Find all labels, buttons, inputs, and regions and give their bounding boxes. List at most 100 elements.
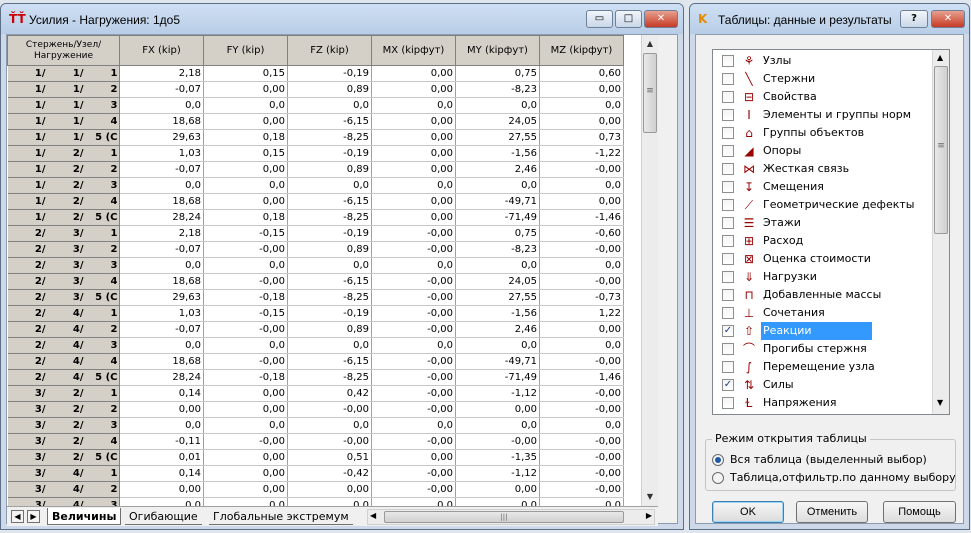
- row-header[interactable]: 3/4/1: [7, 465, 120, 482]
- cancel-button[interactable]: Отменить: [796, 501, 868, 523]
- table-cell[interactable]: 0,00: [539, 193, 624, 210]
- row-header[interactable]: 3/2/5 (C: [7, 449, 120, 466]
- table-cell[interactable]: -49,71: [455, 193, 540, 210]
- table-cell[interactable]: -0,00: [371, 321, 456, 338]
- table-cell[interactable]: 0,0: [371, 257, 456, 274]
- item-checkbox[interactable]: [722, 307, 734, 319]
- table-row[interactable]: 1/1/1 2,18 0,15 -0,19 0,00 0,75 0,60: [7, 65, 624, 82]
- table-cell[interactable]: -0,15: [203, 305, 288, 322]
- hscroll-left-arrow[interactable]: ◀: [370, 511, 376, 520]
- scroll-down-arrow[interactable]: ▼: [642, 489, 658, 505]
- table-list-item[interactable]: ⇓ Нагрузки: [713, 268, 935, 286]
- table-list-item[interactable]: ⊥ Сочетания: [713, 304, 935, 322]
- table-cell[interactable]: 0,0: [371, 177, 456, 194]
- table-cell[interactable]: -1,22: [539, 145, 624, 162]
- table-cell[interactable]: 0,00: [203, 401, 288, 418]
- table-cell[interactable]: -1,12: [455, 385, 540, 402]
- table-cell[interactable]: -0,00: [203, 433, 288, 450]
- table-cell[interactable]: -0,07: [119, 81, 204, 98]
- table-row[interactable]: 2/3/4 18,68 -0,00 -6,15 -0,00 24,05 -0,00: [7, 273, 624, 290]
- table-cell[interactable]: -8,23: [455, 241, 540, 258]
- table-cell[interactable]: -0,15: [203, 225, 288, 242]
- table-cell[interactable]: -0,00: [203, 241, 288, 258]
- table-cell[interactable]: -8,25: [287, 289, 372, 306]
- tab-prev-button[interactable]: ◀: [11, 510, 24, 523]
- table-cell[interactable]: -0,00: [371, 369, 456, 386]
- table-row[interactable]: 3/2/2 0,00 0,00 -0,00 -0,00 0,00 -0,00: [7, 401, 624, 418]
- table-cell[interactable]: 0,89: [287, 161, 372, 178]
- table-cell[interactable]: 0,89: [287, 81, 372, 98]
- column-header-member[interactable]: Стержень/Узел/Нагружение: [7, 35, 120, 66]
- table-cell[interactable]: -71,49: [455, 369, 540, 386]
- column-header-fx[interactable]: FX (kip): [119, 35, 204, 66]
- table-row[interactable]: 3/2/4 -0,11 -0,00 -0,00 -0,00 -0,00 -0,00: [7, 433, 624, 450]
- table-cell[interactable]: -6,15: [287, 193, 372, 210]
- table-cell[interactable]: -0,00: [287, 433, 372, 450]
- row-header[interactable]: 2/3/3: [7, 257, 120, 274]
- table-cell[interactable]: 0,0: [287, 417, 372, 434]
- table-row[interactable]: 3/2/3 0,0 0,0 0,0 0,0 0,0 0,0: [7, 417, 624, 434]
- table-cell[interactable]: 2,46: [455, 161, 540, 178]
- grid-horizontal-scrollbar[interactable]: ◀ ||| ▶: [367, 509, 655, 525]
- row-header[interactable]: 1/1/1: [7, 65, 120, 82]
- table-cell[interactable]: 2,18: [119, 65, 204, 82]
- table-cell[interactable]: 0,0: [287, 337, 372, 354]
- table-cell[interactable]: 0,0: [203, 177, 288, 194]
- item-checkbox[interactable]: [722, 199, 734, 211]
- table-cell[interactable]: -0,00: [455, 433, 540, 450]
- table-cell[interactable]: 0,0: [119, 97, 204, 114]
- row-header[interactable]: 1/1/5 (C: [7, 129, 120, 146]
- table-cell[interactable]: -6,15: [287, 113, 372, 130]
- row-header[interactable]: 2/3/1: [7, 225, 120, 242]
- table-cell[interactable]: -0,19: [287, 305, 372, 322]
- table-cell[interactable]: -0,19: [287, 225, 372, 242]
- table-cell[interactable]: -0,00: [539, 241, 624, 258]
- table-row[interactable]: 1/1/3 0,0 0,0 0,0 0,0 0,0 0,0: [7, 97, 624, 114]
- table-cell[interactable]: 0,15: [203, 65, 288, 82]
- table-cell[interactable]: -8,25: [287, 209, 372, 226]
- table-cell[interactable]: 0,0: [119, 497, 204, 506]
- table-list-item[interactable]: ⋈ Жесткая связь: [713, 160, 935, 178]
- table-cell[interactable]: 0,00: [539, 321, 624, 338]
- table-row[interactable]: 3/2/5 (C 0,01 0,00 0,51 0,00 -1,35 -0,00: [7, 449, 624, 466]
- table-cell[interactable]: 27,55: [455, 129, 540, 146]
- tab-next-button[interactable]: ▶: [27, 510, 40, 523]
- table-cell[interactable]: -0,00: [371, 433, 456, 450]
- minimize-button[interactable]: ▭: [586, 10, 613, 28]
- table-list-item[interactable]: Ⅰ Элементы и группы норм: [713, 106, 935, 124]
- table-cell[interactable]: -0,00: [539, 433, 624, 450]
- table-cell[interactable]: 0,14: [119, 385, 204, 402]
- table-cell[interactable]: 0,0: [539, 177, 624, 194]
- item-checkbox[interactable]: [722, 145, 734, 157]
- table-cell[interactable]: 0,0: [371, 97, 456, 114]
- table-list-item[interactable]: ✓ ⇅ Силы: [713, 376, 935, 394]
- table-list-item[interactable]: ◢ Опоры: [713, 142, 935, 160]
- tab-envelopes[interactable]: Огибающие: [125, 508, 202, 525]
- table-cell[interactable]: 0,00: [371, 449, 456, 466]
- column-header-mz[interactable]: MZ (kipфут): [539, 35, 624, 66]
- row-header[interactable]: 2/4/5 (C: [7, 369, 120, 386]
- table-cell[interactable]: -0,00: [539, 401, 624, 418]
- table-cell[interactable]: -0,00: [539, 161, 624, 178]
- table-cell[interactable]: -0,18: [203, 369, 288, 386]
- table-row[interactable]: 1/1/5 (C 29,63 0,18 -8,25 0,00 27,55 0,73: [7, 129, 624, 146]
- table-cell[interactable]: 0,0: [539, 417, 624, 434]
- table-cell[interactable]: 0,0: [203, 337, 288, 354]
- table-cell[interactable]: -0,00: [371, 305, 456, 322]
- table-cell[interactable]: 24,05: [455, 113, 540, 130]
- item-checkbox[interactable]: [722, 127, 734, 139]
- table-cell[interactable]: -0,00: [539, 273, 624, 290]
- row-header[interactable]: 2/4/1: [7, 305, 120, 322]
- table-row[interactable]: 3/4/2 0,00 0,00 0,00 -0,00 0,00 -0,00: [7, 481, 624, 498]
- table-cell[interactable]: 0,00: [371, 129, 456, 146]
- table-cell[interactable]: -8,25: [287, 129, 372, 146]
- table-cell[interactable]: 29,63: [119, 289, 204, 306]
- item-checkbox[interactable]: [722, 397, 734, 409]
- table-list-item[interactable]: ⊠ Оценка стоимости: [713, 250, 935, 268]
- table-cell[interactable]: -0,00: [371, 385, 456, 402]
- table-cell[interactable]: 0,00: [371, 81, 456, 98]
- table-cell[interactable]: -0,19: [287, 145, 372, 162]
- item-checkbox[interactable]: [722, 343, 734, 355]
- help-button[interactable]: Помощь: [883, 501, 956, 523]
- table-cell[interactable]: 18,68: [119, 113, 204, 130]
